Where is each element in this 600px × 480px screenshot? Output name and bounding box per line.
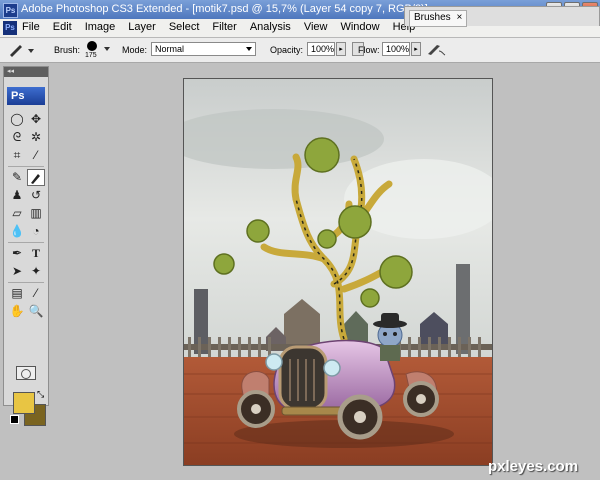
hand-tool-icon[interactable]: ✋ [8, 303, 26, 320]
toolbox-grip[interactable]: ◂◂ [4, 67, 48, 77]
eyedropper-tool-icon[interactable]: ⁄ [27, 285, 45, 302]
brush-label: Brush: [54, 45, 81, 55]
zoom-tool-icon[interactable]: 🔍 [27, 303, 45, 320]
foreground-color-swatch[interactable] [13, 392, 35, 414]
move-tool-icon[interactable]: ✥ [27, 111, 45, 128]
tab-brushes[interactable]: Brushes × [409, 10, 468, 27]
artwork-image [184, 79, 492, 465]
opacity-input[interactable]: 100% [307, 42, 335, 56]
lasso-tool-icon[interactable]: ᘓ [8, 129, 26, 146]
brush-size: 175 [85, 52, 97, 59]
opacity-label: Opacity: [270, 45, 304, 55]
menu-window[interactable]: Window [340, 21, 379, 33]
toolbox-panel: ◂◂ Ps ◯ ✥ ᘓ ✲ ⌗ ⁄ ✎ ♟ ↺ ▱ ▥ 💧 ◔ ✒ T ➤ ✦ … [3, 66, 49, 426]
clone-stamp-tool-icon[interactable]: ♟ [8, 187, 26, 204]
tab-close-icon[interactable]: × [456, 12, 462, 23]
menu-logo: Ps [3, 21, 17, 35]
history-brush-tool-icon[interactable]: ↺ [27, 187, 45, 204]
menu-select[interactable]: Select [169, 21, 200, 33]
menu-filter[interactable]: Filter [212, 21, 236, 33]
menu-layer[interactable]: Layer [128, 21, 156, 33]
custom-shape-tool-icon[interactable]: ✦ [27, 263, 45, 280]
app-icon: Ps [3, 3, 18, 18]
mode-select[interactable]: Normal [151, 42, 256, 56]
path-selection-tool-icon[interactable]: ➤ [8, 263, 26, 280]
window-title: Adobe Photoshop CS3 Extended - [motik7.p… [21, 3, 428, 15]
slice-tool-icon[interactable]: ⁄ [27, 147, 45, 164]
eraser-tool-icon[interactable]: ▱ [8, 205, 26, 222]
default-colors-icon[interactable] [10, 415, 19, 424]
chevron-down-icon [246, 47, 252, 51]
pen-tool-icon[interactable]: ✒ [8, 245, 26, 262]
options-bar: Brush: 175 Mode: Normal Opacity: 100% ▸ … [0, 38, 600, 63]
flow-label: Flow: [358, 45, 380, 55]
mode-value: Normal [155, 44, 185, 54]
magic-wand-tool-icon[interactable]: ✲ [27, 129, 45, 146]
flow-input[interactable]: 100% [382, 42, 410, 56]
flow-slider-button[interactable]: ▸ [411, 42, 421, 56]
crop-tool-icon[interactable]: ⌗ [8, 147, 26, 164]
swap-colors-icon[interactable]: ⤡ [37, 389, 44, 400]
gradient-tool-icon[interactable]: ▥ [27, 205, 45, 222]
blur-tool-icon[interactable]: 💧 [8, 223, 26, 240]
brushes-panel: Brushes × [404, 6, 600, 27]
document-canvas[interactable] [183, 78, 493, 466]
type-tool-icon[interactable]: T [27, 245, 45, 262]
menu-file[interactable]: File [22, 21, 40, 33]
opacity-slider-button[interactable]: ▸ [336, 42, 346, 56]
brush-tool-icon[interactable] [27, 169, 45, 186]
healing-brush-tool-icon[interactable]: ✎ [8, 169, 26, 186]
brush-preview-icon[interactable] [87, 41, 97, 51]
menu-list: File Edit Image Layer Select Filter Anal… [22, 21, 415, 33]
mode-label: Mode: [122, 45, 148, 55]
brush-picker-arrow-icon[interactable] [104, 47, 110, 51]
airbrush-icon[interactable] [425, 42, 447, 57]
dodge-tool-icon[interactable]: ◔ [27, 223, 45, 240]
menu-edit[interactable]: Edit [53, 21, 72, 33]
quick-mask-mode-icon[interactable] [16, 366, 36, 380]
tab-brushes-label: Brushes [414, 12, 451, 23]
notes-tool-icon[interactable]: ▤ [8, 285, 26, 302]
menu-view[interactable]: View [304, 21, 328, 33]
brush-tool-preset-icon[interactable] [6, 42, 36, 58]
toolbox-ps-logo[interactable]: Ps [7, 87, 45, 105]
menu-analysis[interactable]: Analysis [250, 21, 291, 33]
watermark: pxleyes.com [488, 458, 579, 475]
menu-image[interactable]: Image [85, 21, 116, 33]
marquee-tool-icon[interactable]: ◯ [8, 111, 26, 128]
